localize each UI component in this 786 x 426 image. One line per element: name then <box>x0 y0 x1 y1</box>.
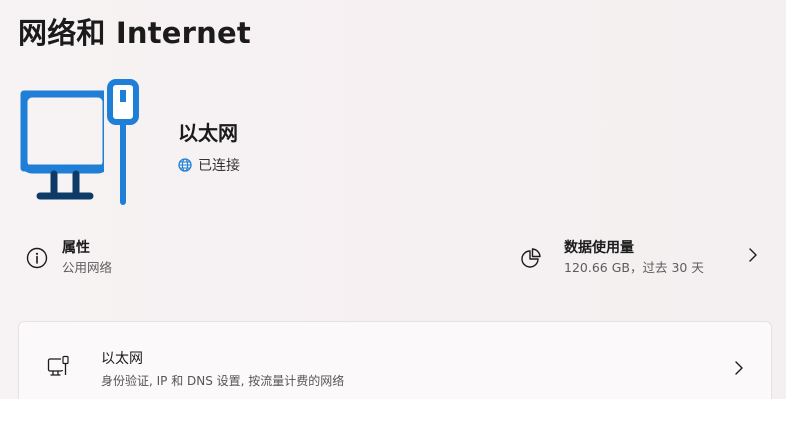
properties-link[interactable]: 属性 公用网络 <box>26 232 112 284</box>
data-usage-label: 数据使用量 <box>564 240 634 256</box>
card-subtitle: 身份验证, IP 和 DNS 设置, 按流量计费的网络 <box>101 374 345 388</box>
properties-text: 属性 公用网络 <box>62 238 112 278</box>
info-icon <box>26 247 48 269</box>
card-title: 以太网 <box>101 351 143 367</box>
ethernet-settings-card[interactable]: 以太网 身份验证, IP 和 DNS 设置, 按流量计费的网络 <box>18 321 772 399</box>
chevron-right-icon[interactable] <box>747 246 759 264</box>
adapter-status: 已连接 <box>178 155 240 175</box>
properties-label: 属性 <box>62 240 90 256</box>
page-bottom-area <box>0 399 786 426</box>
adapter-name: 以太网 <box>178 121 238 145</box>
ethernet-monitor-icon <box>20 79 139 205</box>
data-usage-text: 数据使用量 120.66 GB，过去 30 天 <box>564 238 704 278</box>
chevron-right-icon[interactable] <box>733 359 745 377</box>
adapter-status-text: 已连接 <box>198 158 240 174</box>
page-title: 网络和 Internet <box>18 16 251 50</box>
globe-icon <box>178 158 192 172</box>
pie-chart-icon <box>521 248 541 268</box>
properties-value: 公用网络 <box>62 260 113 275</box>
network-internet-page: 网络和 Internet 以太网 已连接 属性 公用网络 数据使用量 120.6… <box>0 0 786 426</box>
data-usage-link[interactable]: 数据使用量 120.66 GB，过去 30 天 <box>520 232 704 284</box>
data-usage-value: 120.66 GB，过去 30 天 <box>564 260 704 275</box>
ethernet-icon <box>47 355 69 376</box>
